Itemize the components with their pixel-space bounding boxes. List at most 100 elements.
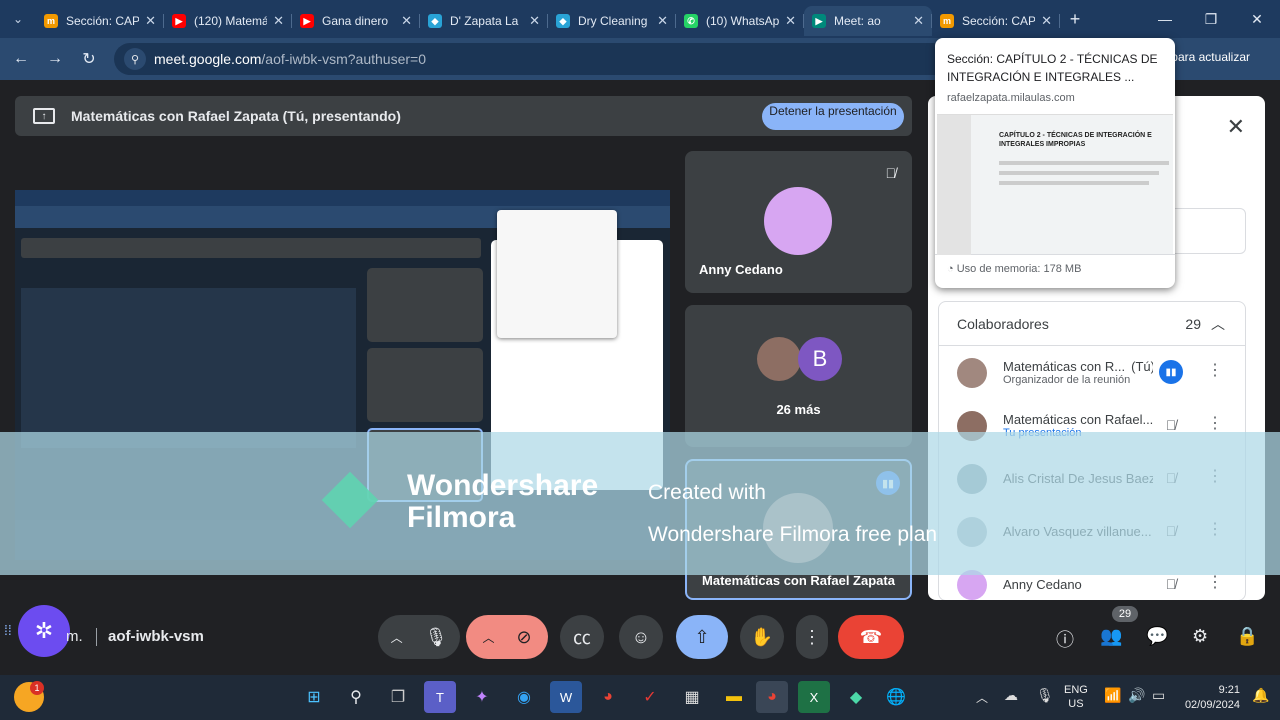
file-explorer-icon[interactable]: ▬ [718, 681, 750, 713]
camera-off-icon[interactable]: ⊘ [516, 627, 531, 648]
emoji-icon: ☺ [631, 626, 651, 647]
speaking-icon[interactable]: ▮▮ [1159, 360, 1183, 384]
close-tab-icon[interactable]: ✕ [785, 13, 796, 29]
browser-tab[interactable]: ◆ D' Zapata La ✕ [420, 6, 548, 36]
host-controls-icon[interactable]: 🔒 [1236, 626, 1258, 647]
reload-icon[interactable]: ↻ [72, 49, 106, 69]
tile-anny[interactable]: 🎙̸ Anny Cedano [685, 151, 912, 293]
participant-name-text: Matemáticas con R... [1003, 359, 1126, 374]
battery-icon[interactable]: ▭ [1152, 687, 1165, 704]
more-vert-icon[interactable]: ⋮ [1207, 360, 1223, 380]
close-tab-icon[interactable]: ✕ [913, 13, 924, 29]
grid-dots-icon[interactable]: ⁞⁞ [4, 622, 12, 638]
stop-presenting-button[interactable]: Detener la presentación [762, 103, 904, 130]
activities-icon[interactable]: ⚙ [1192, 626, 1208, 647]
forward-arrow-icon[interactable]: → [38, 50, 72, 68]
browser-tab[interactable]: m Sección: CAP ✕ [932, 6, 1060, 36]
url-path: /aof-iwbk-vsm?authuser=0 [261, 51, 426, 67]
app-logo-icon[interactable]: ✲ [18, 605, 70, 657]
mic-icon[interactable]: 🎙 [425, 627, 448, 648]
tab-search-chevron-icon[interactable]: ⌄ [0, 0, 36, 38]
app-v-icon[interactable]: ✓ [634, 681, 666, 713]
search-icon[interactable]: ⚲ [340, 681, 372, 713]
tab-favicon-icon: ◆ [428, 14, 442, 28]
info-icon[interactable]: ⓘ [1056, 626, 1074, 652]
more-vert-icon[interactable]: ⋮ [1207, 572, 1223, 592]
start-icon[interactable]: ⊞ [298, 681, 330, 713]
memory-text: Uso de memoria: 178 MB [956, 263, 1082, 275]
more-vert-icon[interactable]: ⋮ [1207, 413, 1223, 433]
browser-tab[interactable]: ▶ Meet: ao ✕ [804, 6, 932, 36]
chevron-up-icon[interactable]: ︿ [482, 629, 494, 646]
copilot-icon[interactable]: ✦ [466, 681, 498, 713]
tile-more[interactable]: B 26 más [685, 305, 912, 447]
filmora-icon[interactable]: ◆ [840, 681, 872, 713]
browser-tab[interactable]: ▶ Gana dinero ✕ [292, 6, 420, 36]
close-tab-icon[interactable]: ✕ [529, 13, 540, 29]
minimize-icon[interactable]: — [1142, 0, 1188, 38]
tab-label: Sección: CAPÍ [66, 14, 140, 28]
close-window-icon[interactable]: ✕ [1234, 0, 1280, 38]
mic-off-icon[interactable]: 🎙̸ [1159, 572, 1183, 596]
close-tab-icon[interactable]: ✕ [401, 13, 412, 29]
region: US [1068, 698, 1084, 710]
maximize-icon[interactable]: ❐ [1188, 0, 1234, 38]
participant-row[interactable]: Matemáticas con R... (Tú) Organizador de l… [939, 346, 1245, 399]
memory-usage: ◔ Uso de memoria: 178 MB [935, 254, 1175, 283]
task-view-icon[interactable]: ❐ [382, 681, 414, 713]
chrome-icon[interactable]: ◕ [592, 681, 624, 713]
raise-hand-button[interactable]: ✋ [740, 615, 784, 659]
tile-name: Anny Cedano [699, 262, 783, 277]
close-icon[interactable]: ✕ [1227, 114, 1245, 140]
chat-icon[interactable]: 💬 [1146, 626, 1168, 647]
language-indicator[interactable]: ENG US [1064, 683, 1088, 711]
browser-tab[interactable]: ✆ (10) WhatsAp ✕ [676, 6, 804, 36]
wifi-icon[interactable]: 📶 [1104, 687, 1121, 704]
globe-icon[interactable]: 🌐 [880, 681, 912, 713]
tray-chevron-icon[interactable]: ︿ [976, 689, 988, 706]
notification-bell-icon[interactable]: 🔔 [1252, 687, 1269, 704]
close-tab-icon[interactable]: ✕ [1041, 13, 1052, 29]
captions-icon: ㏄ [573, 628, 591, 648]
new-tab-button[interactable]: + [1060, 9, 1090, 30]
captions-button[interactable]: ㏄ [560, 615, 604, 659]
presenting-title: Matemáticas con Rafael Zapata (Tú, prese… [71, 108, 401, 124]
more-options-button[interactable]: ⋮ [796, 615, 828, 659]
volume-icon[interactable]: 🔊 [1128, 687, 1145, 704]
back-arrow-icon[interactable]: ← [4, 50, 38, 68]
teams-icon[interactable]: T [424, 681, 456, 713]
chevron-up-icon[interactable]: ︿ [391, 629, 403, 646]
calculator-icon[interactable]: ▦ [676, 681, 708, 713]
chrome-active-icon[interactable]: ◕ [756, 681, 788, 713]
close-tab-icon[interactable]: ✕ [145, 13, 156, 29]
participant-name: Matemáticas con R... (Tú) [1003, 359, 1153, 374]
close-tab-icon[interactable]: ✕ [657, 13, 668, 29]
edge-icon[interactable]: ◉ [508, 681, 540, 713]
participant-text: Anny Cedano [1003, 577, 1153, 592]
clock[interactable]: 9:21 02/09/2024 [1178, 683, 1240, 713]
cloud-icon[interactable]: ☁ [1004, 687, 1018, 704]
reactions-button[interactable]: ☺ [619, 615, 663, 659]
tile-name: Matemáticas con Rafael Zapata [702, 573, 895, 588]
tab-strip: m Sección: CAPÍ ✕ ▶ (120) Matemá ✕ ▶ Gana diner… [36, 2, 1060, 36]
close-tab-icon[interactable]: ✕ [273, 13, 284, 29]
tab-label: Dry Cleaning [578, 14, 648, 28]
hover-card-domain: rafaelzapata.milaulas.com [947, 92, 1075, 104]
browser-tab[interactable]: ▶ (120) Matemá ✕ [164, 6, 292, 36]
update-label[interactable]: para actualizar [1171, 50, 1250, 64]
participant-tag: (Tú) [1131, 359, 1153, 374]
tab-separator [1059, 14, 1060, 28]
browser-tab[interactable]: ◆ Dry Cleaning ✕ [548, 6, 676, 36]
people-icon[interactable]: 👥 [1100, 626, 1122, 647]
chevron-up-icon[interactable]: ︿ [1211, 314, 1225, 334]
present-button[interactable]: ⇧ [676, 615, 728, 659]
browser-tab[interactable]: m Sección: CAPÍ ✕ [36, 6, 164, 36]
site-info-icon[interactable]: ⚲ [124, 48, 146, 70]
window-controls: — ❐ ✕ [1142, 0, 1280, 38]
tray-mic-icon[interactable]: 🎙 [1036, 687, 1054, 704]
word-icon[interactable]: W [550, 681, 582, 713]
tab-hover-card: Sección: CAPÍTULO 2 - TÉCNICAS DE INTEGR… [935, 38, 1175, 288]
leave-call-button[interactable]: ☎ [838, 615, 904, 659]
excel-icon[interactable]: X [798, 681, 830, 713]
collaborators-header[interactable]: Colaboradores 29 ︿ [939, 302, 1245, 346]
